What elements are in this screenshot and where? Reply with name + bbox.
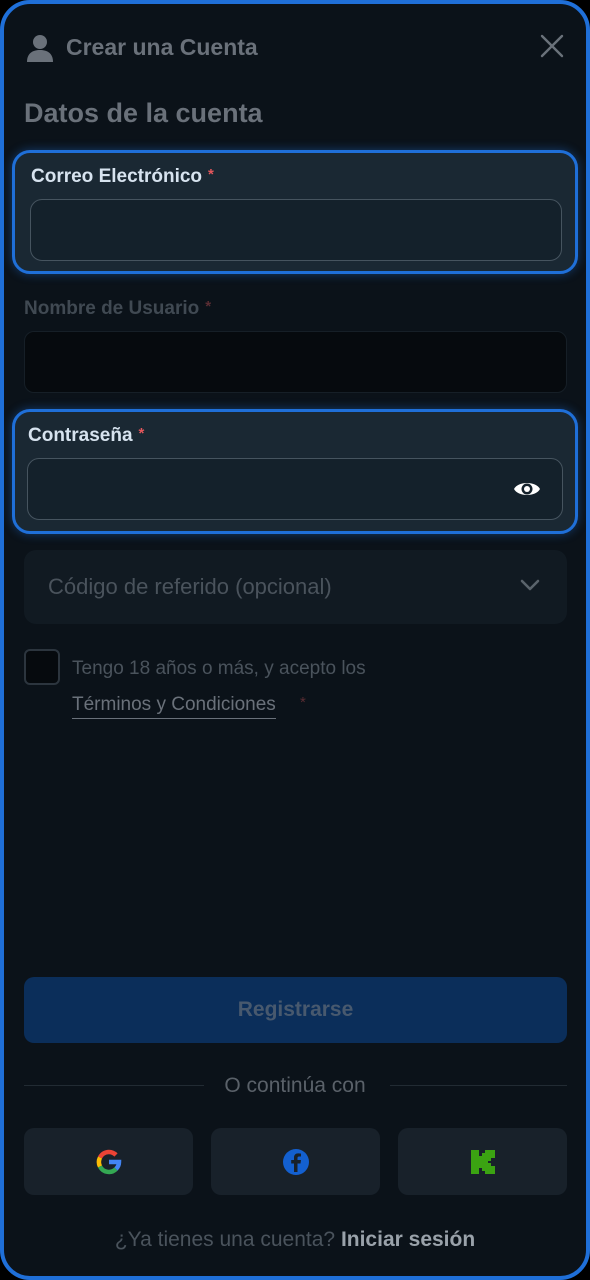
chevron-down-icon: [520, 579, 540, 591]
facebook-icon: [282, 1148, 309, 1175]
facebook-login-button[interactable]: [211, 1128, 380, 1195]
referral-code-dropdown[interactable]: Código de referido (opcional): [24, 550, 567, 624]
terms-link[interactable]: Términos y Condiciones: [72, 694, 276, 719]
close-icon[interactable]: [538, 32, 566, 60]
terms-checkbox[interactable]: [24, 649, 60, 685]
modal-title: Crear una Cuenta: [66, 34, 258, 60]
required-mark: *: [138, 425, 145, 442]
password-field[interactable]: [27, 458, 563, 520]
required-mark: *: [208, 166, 214, 183]
eye-icon[interactable]: [512, 477, 542, 501]
password-label: Contraseña *: [28, 425, 145, 446]
terms-text: Tengo 18 años o más, y acepto los: [72, 658, 366, 679]
referral-code-label: Código de referido (opcional): [48, 574, 332, 599]
create-account-modal: Crear una Cuenta Datos de la cuenta Corr…: [0, 0, 590, 1280]
email-field[interactable]: [30, 199, 562, 261]
username-label: Nombre de Usuario *: [24, 298, 212, 319]
divider-text: O continúa con: [224, 1074, 366, 1097]
section-title: Datos de la cuenta: [24, 98, 263, 128]
google-login-button[interactable]: [24, 1128, 193, 1195]
register-button[interactable]: Registrarse: [24, 977, 567, 1043]
email-field-group: Correo Electrónico *: [12, 150, 578, 274]
user-icon: [27, 35, 53, 62]
required-mark: *: [205, 298, 212, 315]
login-prompt: ¿Ya tienes una cuenta? Iniciar sesión: [4, 1228, 586, 1252]
modal-header: Crear una Cuenta: [24, 28, 566, 72]
kick-icon: [470, 1149, 495, 1174]
username-field[interactable]: [24, 331, 567, 393]
email-label: Correo Electrónico *: [31, 166, 214, 187]
login-link[interactable]: Iniciar sesión: [341, 1228, 475, 1251]
required-mark: *: [300, 694, 306, 711]
login-question: ¿Ya tienes una cuenta?: [114, 1228, 336, 1251]
password-field-group: Contraseña *: [12, 409, 578, 534]
google-icon: [96, 1149, 121, 1174]
kick-login-button[interactable]: [398, 1128, 567, 1195]
